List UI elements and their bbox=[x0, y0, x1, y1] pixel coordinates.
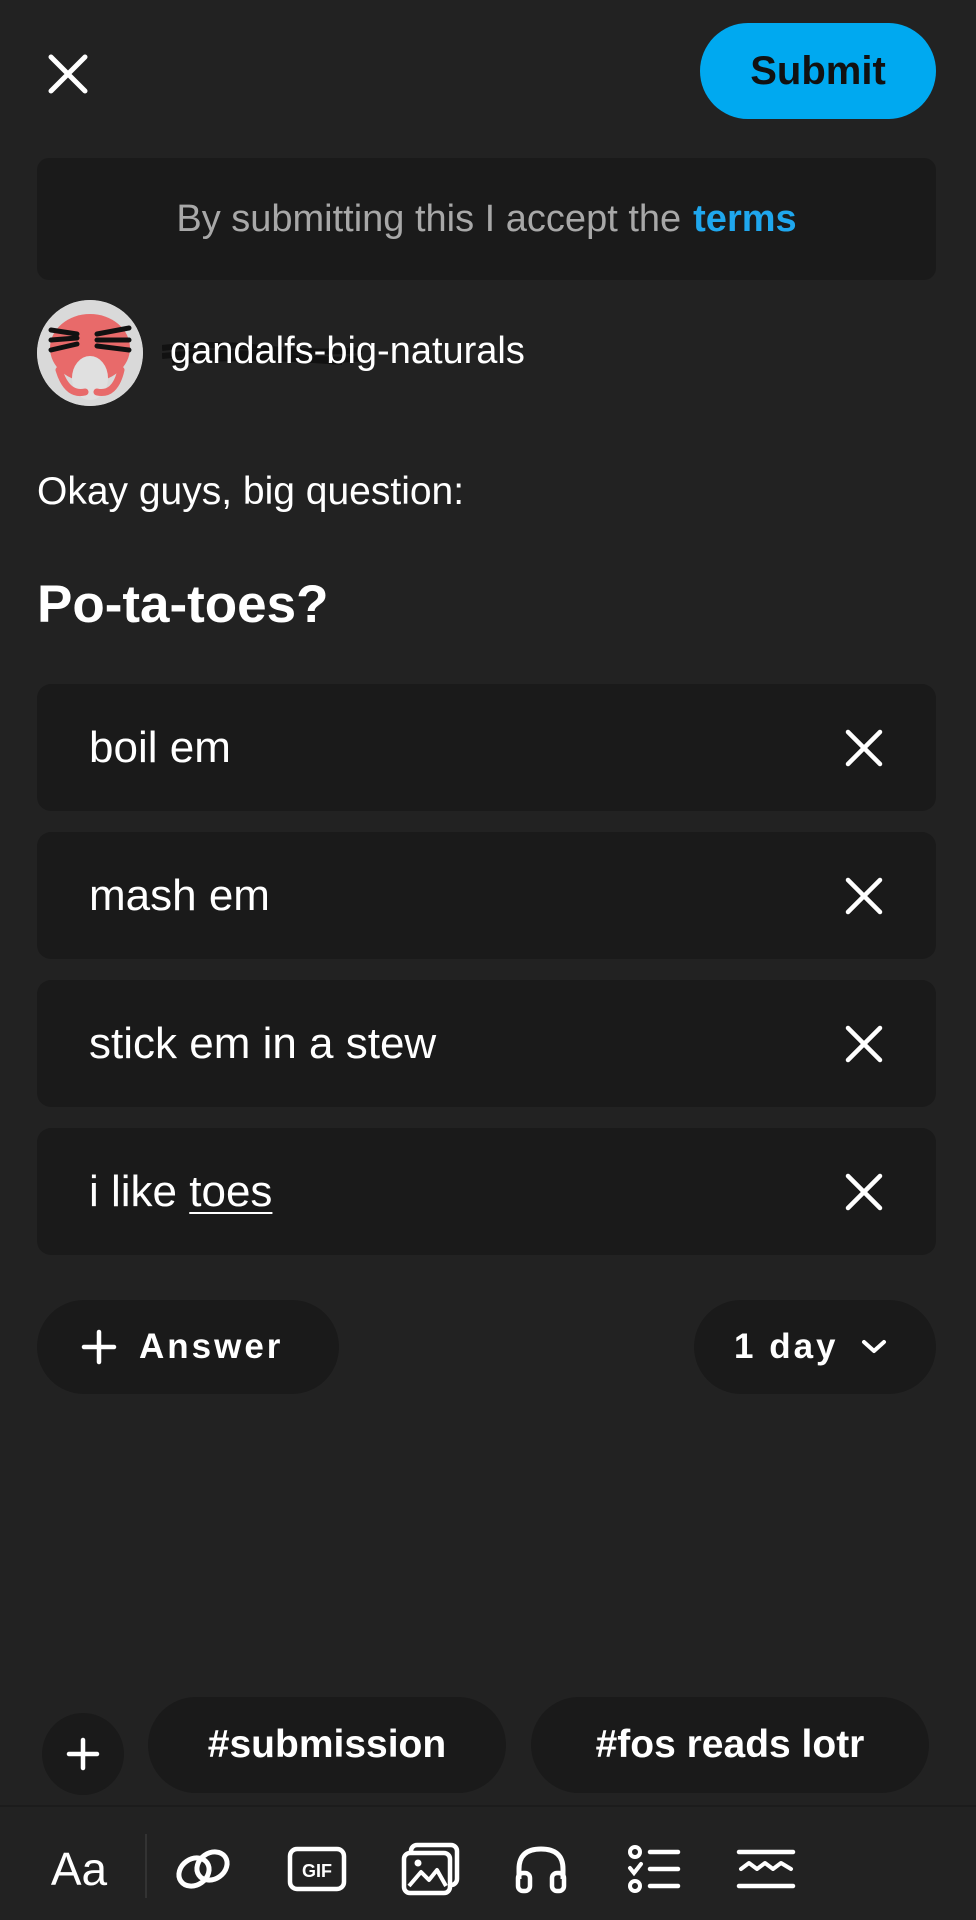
list-icon bbox=[628, 1845, 681, 1893]
link-icon bbox=[176, 1849, 230, 1889]
tag-chip[interactable]: #submission bbox=[148, 1697, 506, 1793]
link-button[interactable] bbox=[168, 1834, 238, 1904]
poll-answer-text[interactable]: boil em bbox=[89, 723, 231, 773]
toolbar-divider bbox=[0, 1805, 976, 1807]
add-answer-button[interactable]: Answer bbox=[37, 1300, 339, 1394]
add-answer-label: Answer bbox=[139, 1327, 284, 1366]
add-tag-button[interactable] bbox=[42, 1713, 124, 1795]
chevron-down-icon bbox=[861, 1340, 886, 1353]
image-icon bbox=[401, 1842, 460, 1896]
poll-title[interactable]: Po-ta-toes? bbox=[37, 574, 329, 635]
submit-button[interactable]: Submit bbox=[700, 23, 936, 119]
plus-icon bbox=[66, 1737, 100, 1771]
poll-answer[interactable]: boil em bbox=[37, 684, 936, 811]
username[interactable]: gandalfs-big-naturals bbox=[162, 330, 525, 373]
poll-composer: Submit By submitting this I accept the t… bbox=[0, 0, 976, 1920]
remove-answer-button[interactable] bbox=[842, 726, 886, 770]
gif-icon: GIF bbox=[287, 1846, 347, 1892]
remove-answer-button[interactable] bbox=[842, 1022, 886, 1066]
poll-answer[interactable]: i like toes bbox=[37, 1128, 936, 1255]
poll-answer-text[interactable]: stick em in a stew bbox=[89, 1019, 436, 1069]
terms-text: By submitting this I accept the bbox=[176, 197, 682, 240]
poll-answer-text[interactable]: i like toes bbox=[89, 1167, 272, 1217]
audio-icon bbox=[515, 1846, 567, 1894]
poll-answer[interactable]: stick em in a stew bbox=[37, 980, 936, 1107]
poll-answer[interactable]: mash em bbox=[37, 832, 936, 959]
close-button[interactable] bbox=[44, 50, 92, 98]
terms-link[interactable]: terms bbox=[693, 198, 797, 241]
close-icon bbox=[845, 1173, 883, 1210]
remove-answer-button[interactable] bbox=[842, 874, 886, 918]
close-icon bbox=[845, 729, 883, 766]
image-button[interactable] bbox=[396, 1834, 466, 1904]
poll-answer-text[interactable]: mash em bbox=[89, 871, 270, 921]
spellcheck-underlined-word: toes bbox=[189, 1166, 273, 1216]
list-button[interactable] bbox=[619, 1834, 689, 1904]
audio-button[interactable] bbox=[506, 1834, 576, 1904]
gif-button[interactable]: GIF bbox=[282, 1834, 352, 1904]
close-icon bbox=[48, 54, 88, 94]
terms-banner: By submitting this I accept the terms bbox=[37, 158, 936, 280]
remove-answer-button[interactable] bbox=[842, 1170, 886, 1214]
plus-icon bbox=[81, 1329, 117, 1365]
close-icon bbox=[845, 877, 883, 914]
text-format-button[interactable]: Aa bbox=[44, 1834, 114, 1904]
divider-icon bbox=[736, 1849, 796, 1889]
divider-button[interactable] bbox=[731, 1834, 801, 1904]
poll-duration-dropdown[interactable]: 1 day bbox=[694, 1300, 936, 1394]
toolbar-separator bbox=[145, 1834, 147, 1898]
close-icon bbox=[845, 1025, 883, 1062]
avatar[interactable] bbox=[37, 300, 143, 406]
text-format-icon: Aa bbox=[50, 1843, 108, 1895]
tag-chip[interactable]: #fos reads lotr bbox=[531, 1697, 929, 1793]
poll-duration-value: 1 day bbox=[734, 1327, 839, 1366]
post-body-text[interactable]: Okay guys, big question: bbox=[37, 470, 464, 514]
svg-text:GIF: GIF bbox=[302, 1861, 332, 1881]
